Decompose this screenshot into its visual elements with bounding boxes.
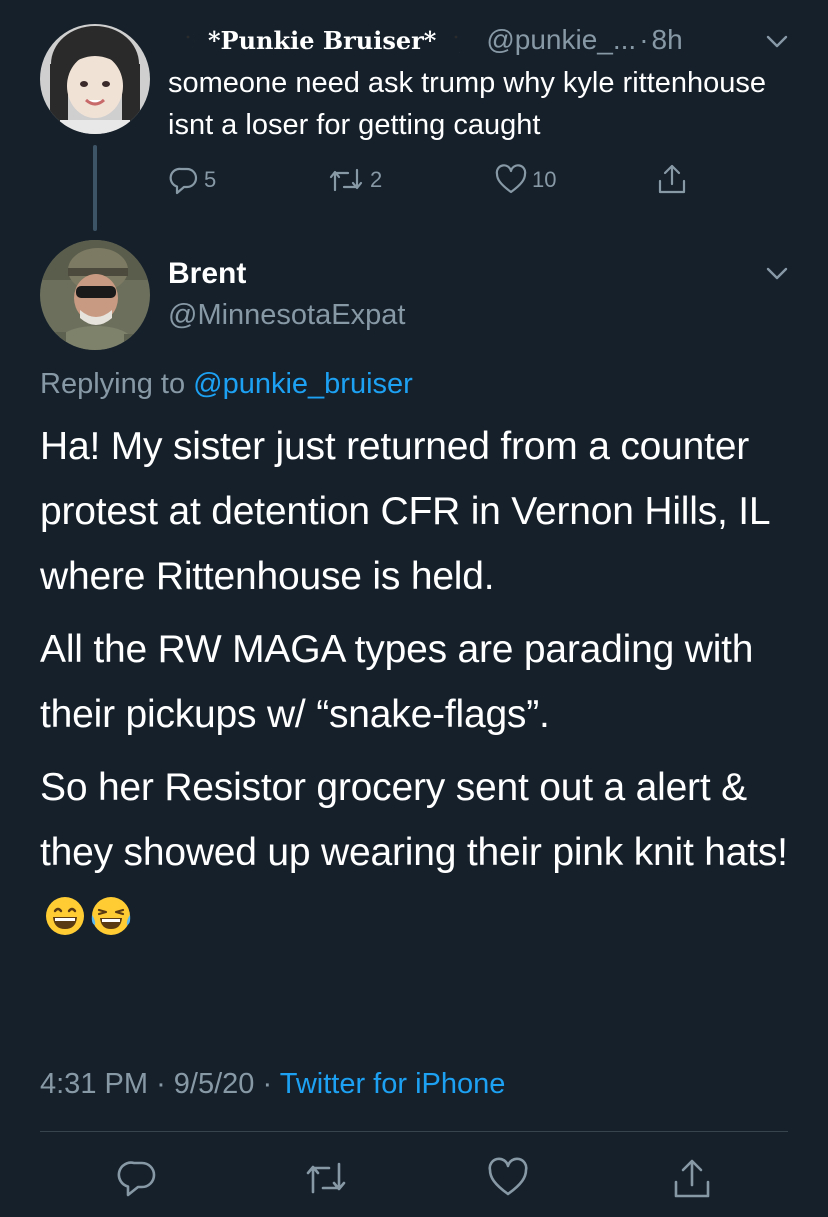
grinning-face-emoji-icon	[46, 897, 84, 935]
parent-tweet-text: someone need ask trump why kyle rittenho…	[168, 67, 767, 141]
tweet-metadata: 4:31 PM · 9/5/20 · Twitter for iPhone	[40, 1064, 505, 1104]
reply-icon	[169, 167, 198, 195]
share-icon[interactable]	[670, 1156, 714, 1200]
moon-icon	[449, 27, 463, 53]
like-icon	[495, 164, 527, 194]
replying-to-prefix: Replying to	[40, 368, 186, 400]
tweet-paragraph-2: All the RW MAGA types are parading with …	[40, 628, 754, 736]
tears-of-joy-emoji-icon	[91, 897, 131, 935]
parent-retweet-count: 2	[370, 167, 383, 192]
reply-icon[interactable]	[116, 1156, 160, 1200]
like-icon[interactable]	[486, 1156, 530, 1200]
tweet-time: 4:31 PM	[40, 1068, 148, 1100]
parent-display-name[interactable]: *Punkie Bruiser*	[208, 26, 436, 55]
parent-reply-count: 5	[204, 167, 217, 192]
replying-to-handle[interactable]: @punkie_bruiser	[193, 368, 413, 400]
author-handle[interactable]: @MinnesotaExpat	[168, 296, 405, 334]
tweet-paragraph-1: Ha! My sister just returned from a count…	[40, 425, 769, 598]
divider	[40, 1131, 788, 1132]
parent-separator: ·	[639, 24, 649, 55]
share-icon	[658, 164, 686, 194]
parent-share-button[interactable]	[656, 162, 688, 196]
parent-retweet-button[interactable]: 2	[326, 164, 382, 196]
moon-icon	[182, 27, 195, 53]
parent-like-count: 10	[532, 167, 557, 192]
parent-handle[interactable]: @punkie_...	[486, 24, 636, 56]
tweet-body: Ha! My sister just returned from a count…	[40, 414, 810, 950]
tweet-date: 9/5/20	[173, 1068, 255, 1100]
author-display-name[interactable]: Brent	[168, 254, 246, 294]
meta-separator: ·	[156, 1068, 166, 1100]
parent-tweet-header: *Punkie Bruiser* @punkie_... · 8h	[168, 20, 683, 60]
tweet-source-link[interactable]: Twitter for iPhone	[280, 1068, 506, 1100]
chevron-down-icon[interactable]	[764, 260, 790, 286]
retweet-icon	[329, 168, 363, 192]
thread-connector-line	[93, 145, 97, 231]
parent-reply-button[interactable]: 5	[168, 164, 216, 196]
meta-separator: ·	[262, 1068, 273, 1100]
parent-avatar[interactable]	[40, 24, 150, 134]
tweet-paragraph-3: So her Resistor grocery sent out a alert…	[40, 766, 788, 874]
parent-like-button[interactable]: 10	[494, 164, 556, 196]
author-avatar[interactable]	[40, 240, 150, 350]
replying-to-line: Replying to @punkie_bruiser	[40, 364, 413, 404]
retweet-icon[interactable]	[302, 1156, 350, 1200]
tweet-paragraph-3-wrapper: So her Resistor grocery sent out a alert…	[40, 755, 810, 950]
chevron-down-icon[interactable]	[764, 28, 790, 54]
parent-time[interactable]: 8h	[652, 24, 683, 56]
